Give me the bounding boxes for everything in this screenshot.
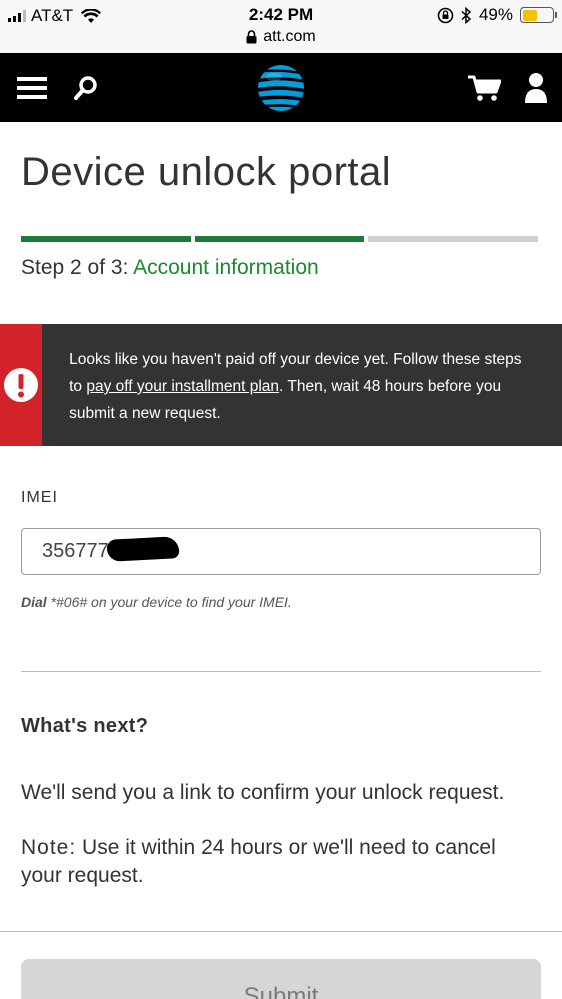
whats-next-heading: What's next? bbox=[21, 715, 149, 737]
imei-label: IMEI bbox=[21, 489, 58, 506]
progress-segment bbox=[368, 236, 539, 242]
att-globe-logo[interactable] bbox=[256, 63, 306, 113]
orientation-lock-icon bbox=[437, 7, 454, 23]
step-prefix: Step 2 of 3: bbox=[21, 256, 129, 279]
step-name: Account information bbox=[133, 256, 319, 279]
top-nav bbox=[0, 53, 562, 122]
section-divider bbox=[21, 671, 541, 672]
submit-button[interactable]: Submit bbox=[21, 959, 541, 999]
bluetooth-icon bbox=[461, 6, 472, 24]
exclamation-icon bbox=[4, 368, 39, 402]
step-indicator: Step 2 of 3: Account information bbox=[21, 256, 319, 280]
battery-percent: 49% bbox=[478, 5, 513, 24]
note-body: Use it within 24 hours or we'll need to … bbox=[21, 836, 496, 887]
page-title: Device unlock portal bbox=[21, 150, 392, 194]
note-label: Note: bbox=[21, 836, 77, 859]
search-icon[interactable] bbox=[70, 73, 102, 103]
note-text: Note: Use it within 24 hours or we'll ne… bbox=[21, 834, 531, 890]
redaction-mark bbox=[106, 536, 180, 562]
installment-plan-link[interactable]: pay off your installment plan bbox=[86, 378, 279, 395]
imei-hint-strong: Dial bbox=[21, 594, 47, 610]
url-bar[interactable]: att.com bbox=[0, 28, 562, 46]
battery-icon bbox=[520, 7, 557, 23]
alert-message: Looks like you haven't paid off your dev… bbox=[42, 324, 562, 446]
imei-hint-text: *#06# on your device to find your IMEI. bbox=[46, 594, 292, 610]
lock-icon bbox=[246, 30, 257, 44]
menu-icon[interactable] bbox=[16, 73, 48, 103]
url-text: att.com bbox=[263, 28, 316, 45]
unpaid-device-alert: Looks like you haven't paid off your dev… bbox=[0, 324, 562, 446]
user-icon[interactable] bbox=[520, 71, 552, 105]
status-bar: AT&T 2:42 PM att.com 49% bbox=[0, 0, 562, 53]
imei-hint: Dial *#06# on your device to find your I… bbox=[21, 594, 292, 610]
cart-icon[interactable] bbox=[466, 73, 502, 103]
imei-input[interactable] bbox=[21, 528, 541, 575]
progress-segment bbox=[194, 236, 365, 242]
alert-icon-panel bbox=[0, 324, 43, 446]
footer-divider bbox=[0, 931, 562, 932]
step-progress-bar bbox=[21, 236, 539, 242]
whats-next-body: We'll send you a link to confirm your un… bbox=[21, 781, 505, 804]
progress-segment bbox=[21, 236, 191, 242]
status-right: 49% bbox=[437, 5, 557, 25]
